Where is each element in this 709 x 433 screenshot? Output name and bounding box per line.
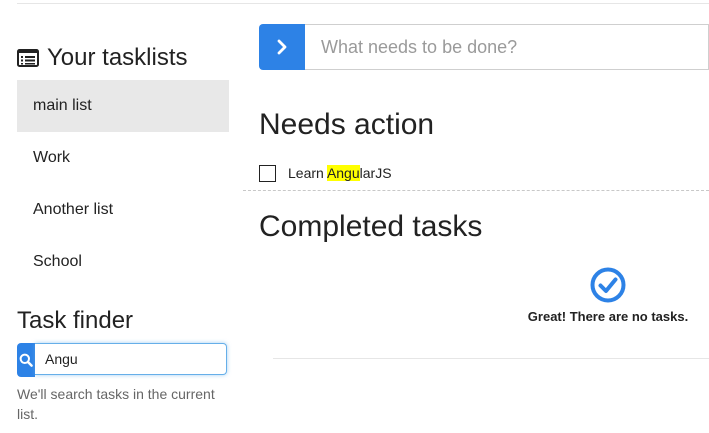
add-task-button[interactable] xyxy=(259,24,305,70)
check-circle-icon xyxy=(590,267,626,303)
needs-action-heading: Needs action xyxy=(259,108,435,141)
task-label-after: larJS xyxy=(359,165,392,181)
sidebar-item-work[interactable]: Work xyxy=(17,132,229,184)
task-finder xyxy=(17,343,227,377)
sidebar-item-main-list[interactable]: main list xyxy=(17,80,229,132)
task-checkbox[interactable] xyxy=(259,164,276,182)
task-item: Learn AngularJS xyxy=(259,163,392,183)
search-match-highlight: Angu xyxy=(326,165,360,181)
list-alt-icon xyxy=(17,49,39,67)
bottom-divider xyxy=(273,358,709,359)
app-page: Your tasklists main list Work Another li… xyxy=(0,0,709,433)
task-finder-title: Task finder xyxy=(17,307,134,334)
new-task-input[interactable] xyxy=(305,24,709,70)
task-label[interactable]: Learn AngularJS xyxy=(288,165,392,181)
sidebar: Your tasklists main list Work Another li… xyxy=(17,40,229,304)
new-task-form xyxy=(259,24,709,70)
empty-completed-message: Great! There are no tasks. xyxy=(527,309,689,324)
task-finder-help: We'll search tasks in the current list. xyxy=(17,386,215,422)
sidebar-item-another-list[interactable]: Another list xyxy=(17,184,229,236)
section-divider xyxy=(243,190,709,191)
completed-tasks-heading: Completed tasks xyxy=(259,210,483,243)
search-button[interactable] xyxy=(17,343,35,377)
sidebar-title-text: Your tasklists xyxy=(47,44,188,71)
tasklist-list: main list Work Another list School xyxy=(17,80,229,288)
sidebar-title: Your tasklists xyxy=(17,40,229,76)
sidebar-item-school[interactable]: School xyxy=(17,236,229,288)
chevron-right-icon xyxy=(277,39,287,55)
search-icon xyxy=(19,353,33,367)
task-label-before: Learn xyxy=(288,165,327,181)
task-finder-input[interactable] xyxy=(35,343,227,375)
top-divider xyxy=(17,3,709,4)
